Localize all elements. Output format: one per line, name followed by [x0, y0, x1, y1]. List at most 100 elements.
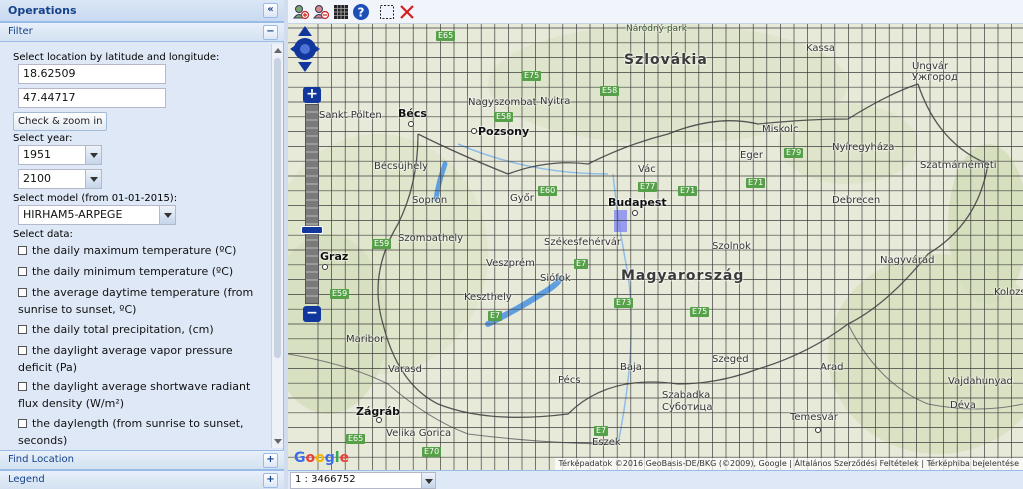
road-shield: E7 [574, 259, 589, 269]
map-label-narodny: Národný park [626, 24, 688, 34]
road-shield: E60 [538, 186, 558, 196]
year-to-select[interactable]: 2100 [18, 169, 102, 189]
chevron-down-icon[interactable] [85, 169, 102, 189]
data-option-avg-temp[interactable]: the average daytime temperature (from su… [18, 284, 268, 318]
scale-value: 1 : 3466752 [295, 474, 356, 485]
chevron-down-icon[interactable] [421, 472, 436, 489]
longitude-input[interactable]: 18.62509 [18, 64, 166, 84]
chevron-down-icon[interactable] [159, 205, 176, 225]
map-label-sopron: Sopron [412, 195, 448, 206]
checkbox-icon[interactable] [18, 246, 27, 255]
checkbox-icon[interactable] [18, 288, 27, 297]
model-select[interactable]: HIRHAM5-ARPEGE [18, 205, 176, 225]
year-from-select[interactable]: 1951 [18, 145, 102, 165]
map-label-sankt-polten: Sankt Pölten [319, 110, 382, 121]
grid-icon[interactable] [332, 3, 350, 21]
map-label-keszthely: Keszthely [464, 292, 512, 303]
data-option-daylength[interactable]: the daylength (from sunrise to sunset, s… [18, 415, 268, 448]
map-label-pozsony: Pozsony [478, 125, 530, 138]
map-label-szabadka: Szabadka [662, 390, 711, 401]
data-option-max-temp[interactable]: the daily maximum temperature (ºC) [18, 242, 268, 259]
data-label: Select data: [13, 229, 73, 240]
city-marker [632, 210, 638, 216]
model-value: HIRHAM5-ARPEGE [23, 208, 123, 221]
location-label: Select location by latitude and longitud… [13, 52, 220, 63]
road-shield: E58 [494, 112, 514, 122]
status-bar: 1 : 3466752 [288, 470, 1023, 489]
road-shield: E59 [372, 239, 392, 249]
road-shield: E75 [522, 71, 542, 81]
expand-icon[interactable]: + [263, 453, 278, 468]
city-marker [322, 264, 328, 270]
zoom-slider-thumb[interactable] [301, 226, 323, 234]
road-shield: E71 [678, 186, 698, 196]
collapse-icon[interactable]: − [263, 25, 278, 40]
road-shield: E79 [784, 148, 804, 158]
map-label-kolozs: Kolozs [994, 287, 1023, 298]
road-shield: E75 [690, 307, 710, 317]
map-view[interactable]: + − Szlovákia Magyarország Národný park … [288, 24, 1023, 470]
map-label-gyor: Győr [510, 193, 534, 204]
selected-grid-cell[interactable] [614, 210, 627, 232]
road-shield: E77 [638, 182, 658, 192]
checkbox-icon[interactable] [18, 346, 27, 355]
zoom-out-user-icon[interactable] [312, 3, 330, 21]
select-box-icon[interactable] [378, 3, 396, 21]
map-label-veszprem: Veszprém [486, 258, 535, 269]
road-shield: E73 [614, 298, 634, 308]
svg-text:?: ? [358, 6, 365, 20]
map-toolbar: ? [288, 0, 1023, 24]
data-option-vpd[interactable]: the daylight average vapor pressure defi… [18, 342, 268, 376]
map-label-eszek: Eszek [592, 437, 621, 448]
find-location-header[interactable]: Find Location + [0, 450, 284, 470]
scale-select[interactable]: 1 : 3466752 [290, 472, 436, 489]
find-location-title: Find Location [8, 454, 74, 465]
help-icon[interactable]: ? [352, 3, 370, 21]
latitude-input[interactable]: 47.44717 [18, 88, 166, 108]
double-chevron-left-icon[interactable]: « [263, 3, 278, 18]
map-label-uzhgorod: Ужгород [912, 72, 958, 83]
city-marker [376, 417, 382, 423]
model-label: Select model (from 01-01-2015): [13, 193, 178, 204]
data-option-radiation[interactable]: the daylight average shortwave radiant f… [18, 378, 268, 412]
check-zoom-button[interactable]: Check & zoom in [13, 112, 108, 131]
checkbox-icon[interactable] [18, 267, 27, 276]
legend-header[interactable]: Legend + [0, 470, 284, 489]
filter-header[interactable]: Filter − [0, 22, 284, 42]
map-label-graz: Graz [320, 250, 349, 263]
zoom-in-user-icon[interactable] [292, 3, 310, 21]
map-label-temesvar: Temesvár [790, 412, 838, 423]
map-label-varasd: Varasd [388, 364, 422, 375]
checkbox-icon[interactable] [18, 419, 27, 428]
checkbox-icon[interactable] [18, 382, 27, 391]
filter-scrollbar[interactable] [271, 44, 283, 448]
expand-icon[interactable]: + [263, 473, 278, 488]
data-option-min-temp[interactable]: the daily minimum temperature (ºC) [18, 263, 268, 280]
scroll-up-icon[interactable] [274, 48, 282, 53]
map-label-becs: Bécs [398, 107, 427, 120]
map-label-szombathely: Szombathely [398, 233, 464, 244]
road-shield: E59 [330, 289, 350, 299]
map-label-vac: Vác [638, 164, 656, 175]
map-label-velika-gorica: Velika Gorica [386, 428, 452, 439]
zoom-in-button[interactable]: + [303, 87, 321, 103]
map-label-siofok: Siófok [540, 273, 571, 284]
filter-title: Filter [8, 26, 33, 37]
pan-control[interactable] [288, 24, 322, 74]
map-label-baja: Baja [620, 362, 642, 373]
zoom-slider[interactable] [305, 104, 319, 304]
checkbox-icon[interactable] [18, 325, 27, 334]
chevron-down-icon[interactable] [85, 145, 102, 165]
data-option-precipitation[interactable]: the daily total precipitation, (cm) [18, 321, 268, 338]
app-window: Operations « Filter − Select location by… [0, 0, 1023, 489]
map-label-kassa: Kassa [806, 43, 836, 54]
map-label-szeged: Szeged [712, 354, 749, 365]
map-label-nagyszombat: Nagyszombat [468, 97, 537, 108]
scroll-down-icon[interactable] [274, 439, 282, 444]
zoom-out-button[interactable]: − [303, 306, 321, 322]
map-label-arad: Arad [820, 362, 844, 373]
map-attribution[interactable]: Térképadatok ©2016 GeoBasis-DE/BKG (©200… [554, 458, 1023, 470]
clear-icon[interactable] [398, 3, 416, 21]
map-label-szekesfehervar: Székesfehérvár [544, 237, 621, 248]
scroll-thumb[interactable] [274, 58, 281, 358]
